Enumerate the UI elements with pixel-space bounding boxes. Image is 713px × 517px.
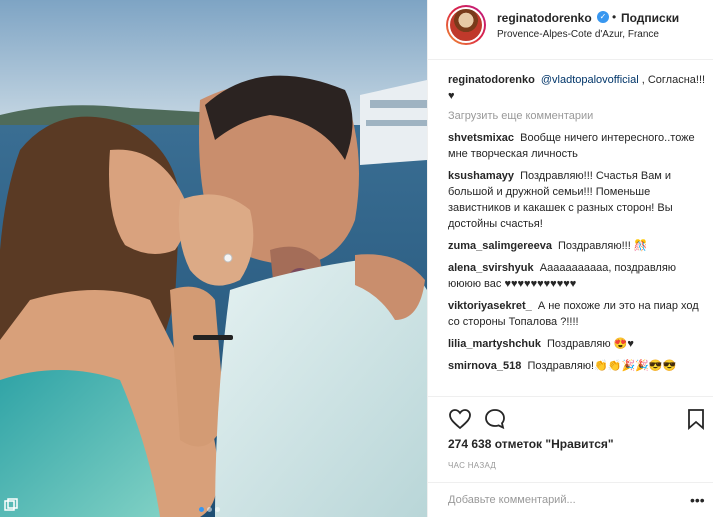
header-username[interactable]: reginatodorenko xyxy=(497,11,592,25)
post-side-panel: reginatodorenko ✓ • Подписки Provence-Al… xyxy=(427,0,713,517)
comment-item: lilia_martyshchuk Поздравляю 😍♥ xyxy=(448,336,706,352)
bookmark-icon[interactable] xyxy=(684,407,708,431)
carousel-dot xyxy=(207,507,212,512)
comment-username[interactable]: lilia_martyshchuk xyxy=(448,338,541,350)
comment-item: ksushamayy Поздравляю!!! Счастья Вам и б… xyxy=(448,168,706,232)
post-photo[interactable] xyxy=(0,0,427,517)
comment-text: Поздравляю!👏👏🎉🎉😎😎 xyxy=(527,360,677,372)
instagram-post: reginatodorenko ✓ • Подписки Provence-Al… xyxy=(0,0,713,517)
carousel-dots xyxy=(199,507,220,512)
post-timestamp[interactable]: ЧАС НАЗАД xyxy=(448,461,496,470)
caption: reginatodorenko @vladtopalovofficial , С… xyxy=(448,72,706,104)
add-comment-input[interactable] xyxy=(448,491,668,509)
comment-username[interactable]: smirnova_518 xyxy=(448,360,521,372)
follow-button[interactable]: Подписки xyxy=(621,11,679,25)
comment-username[interactable]: alena_svirshyuk xyxy=(448,262,534,274)
more-options-icon[interactable]: ••• xyxy=(690,493,705,507)
comment-username[interactable]: ksushamayy xyxy=(448,170,514,182)
caption-mention[interactable]: @vladtopalovofficial xyxy=(541,74,639,86)
comment-item: zuma_salimgereeva Поздравляю!!! 🎊 xyxy=(448,238,706,254)
comment-item: alena_svirshyuk Ааааааааааа, поздравляю … xyxy=(448,260,706,292)
caption-username[interactable]: reginatodorenko xyxy=(448,74,535,86)
comment-username[interactable]: viktoriyasekret_ xyxy=(448,300,532,312)
comment-item: viktoriyasekret_ А не похоже ли это на п… xyxy=(448,298,706,330)
avatar[interactable] xyxy=(446,5,486,45)
header-separator: • xyxy=(612,10,617,24)
load-more-comments-button[interactable]: Загрузить еще комментарии xyxy=(448,110,706,122)
action-bar xyxy=(428,396,713,440)
comments-list: reginatodorenko @vladtopalovofficial , С… xyxy=(448,72,706,380)
location-link[interactable]: Provence-Alpes-Cote d'Azur, France xyxy=(497,29,659,40)
avatar-image xyxy=(448,7,484,43)
comment-text: Поздравляю 😍♥ xyxy=(547,338,634,350)
comment-item: shvetsmixac Вообще ничего интересного..т… xyxy=(448,130,706,162)
comment-item: smirnova_518 Поздравляю!👏👏🎉🎉😎😎 xyxy=(448,358,706,374)
add-comment-box: ••• xyxy=(428,482,713,517)
post-header: reginatodorenko ✓ • Подписки Provence-Al… xyxy=(428,0,713,60)
carousel-dot-active xyxy=(199,507,204,512)
comment-username[interactable]: zuma_salimgereeva xyxy=(448,240,552,252)
multiple-photos-icon xyxy=(4,498,18,511)
photo-illustration xyxy=(0,0,427,517)
comment-text: Поздравляю!!! 🎊 xyxy=(558,240,648,252)
likes-count[interactable]: 274 638 отметок "Нравится" xyxy=(448,437,614,451)
carousel-dot xyxy=(215,507,220,512)
speech-bubble-icon[interactable] xyxy=(483,407,507,431)
comment-username[interactable]: shvetsmixac xyxy=(448,132,514,144)
heart-outline-icon[interactable] xyxy=(448,407,472,431)
verified-badge-icon: ✓ xyxy=(597,11,609,23)
